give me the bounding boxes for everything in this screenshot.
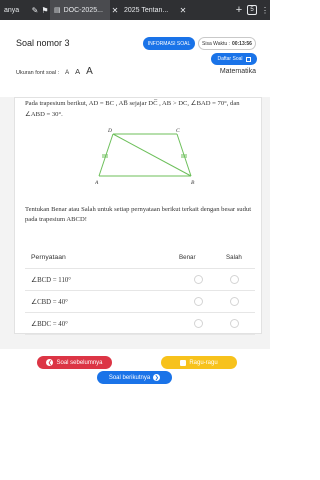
menu-icon[interactable]: ⋮: [260, 0, 270, 20]
header-benar: Benar: [179, 254, 196, 261]
timer-badge: Sisa Waktu : 00:13:56: [198, 37, 256, 50]
header-pernyataan: Pernyataan: [31, 254, 66, 261]
page-header: Soal nomor 3 INFORMASI SOAL Sisa Waktu :…: [0, 20, 270, 97]
statement-text: ∠CBD = 40°: [31, 299, 68, 306]
grid-icon: [245, 56, 251, 62]
content-area: Pada trapesium berikut, AD = BC , AB̅ se…: [0, 97, 270, 349]
font-size-small[interactable]: A: [65, 70, 69, 76]
font-size-large[interactable]: A: [86, 66, 93, 77]
next-label: Soal berikutnya: [108, 374, 151, 381]
statement-text: ∠BCD = 110°: [31, 277, 71, 284]
browser-tab-strip: anya ✎ ⚑ ▤ DOC-2025... ✕ 2025 Tentan... …: [0, 0, 270, 20]
timer-label: Sisa Waktu :: [202, 40, 230, 47]
radio-benar[interactable]: [194, 319, 203, 328]
doubt-button[interactable]: Ragu-ragu: [161, 356, 237, 369]
table-row: ∠BDC = 40°: [25, 313, 255, 335]
tab-label: 2025 Tentan...: [124, 6, 169, 14]
tab-label: DOC-2025...: [63, 6, 103, 14]
document-icon: ▤: [54, 7, 61, 14]
radio-benar[interactable]: [194, 297, 203, 306]
tab-doc[interactable]: ▤ DOC-2025...: [50, 0, 110, 20]
vertex-d: D: [107, 128, 112, 134]
close-icon[interactable]: ✕: [110, 0, 120, 20]
table-header-row: Pernyataan Benar Salah: [25, 247, 255, 269]
question-card: Pada trapesium berikut, AD = BC , AB̅ se…: [14, 97, 262, 335]
next-question-button[interactable]: Soal berikutnya ❯: [97, 371, 172, 384]
vertex-b: B: [191, 180, 195, 186]
add-icon[interactable]: +: [234, 0, 244, 20]
font-size-label: Ukuran font soal :: [16, 70, 60, 76]
radio-salah[interactable]: [230, 297, 239, 306]
radio-benar[interactable]: [194, 275, 203, 284]
vertex-c: C: [176, 128, 180, 134]
prev-question-button[interactable]: ❮ Soal sebelumnya: [37, 356, 112, 369]
daftar-soal-label: Daftar Soal: [217, 56, 243, 62]
close-icon[interactable]: ✕: [178, 0, 188, 20]
subject-label: Matematika: [219, 68, 256, 75]
font-size-selector: Ukuran font soal : A A A: [16, 66, 93, 77]
tab-anya[interactable]: anya: [0, 0, 30, 20]
statement-text: ∠BDC = 40°: [31, 321, 68, 328]
table-row: ∠BCD = 110°: [25, 269, 255, 291]
trapezoid-diagram: A B C D: [95, 128, 195, 186]
radio-salah[interactable]: [230, 319, 239, 328]
doubt-label: Ragu-ragu: [189, 359, 218, 366]
vertex-a: A: [95, 180, 99, 186]
checkbox-icon: [180, 359, 187, 366]
header-salah: Salah: [226, 254, 242, 261]
prev-label: Soal sebelumnya: [56, 359, 103, 366]
timer-value: 00:13:56: [231, 40, 252, 47]
page-title: Soal nomor 3: [16, 38, 70, 48]
info-soal-button[interactable]: INFORMASI SOAL: [143, 37, 195, 50]
question-instruction: Tentukan Benar atau Salah untuk setiap p…: [25, 206, 252, 223]
chevron-left-icon: ❮: [46, 359, 54, 366]
font-size-medium[interactable]: A: [75, 67, 80, 76]
chevron-right-icon: ❯: [153, 374, 161, 381]
tabs-icon[interactable]: 5: [244, 0, 260, 20]
tab-label: anya: [4, 6, 20, 14]
table-row: ∠CBD = 40°: [25, 291, 255, 313]
pencil-icon[interactable]: ✎: [30, 0, 40, 20]
tab-tentang[interactable]: 2025 Tentan...: [120, 0, 178, 20]
flag-icon[interactable]: ⚑: [40, 0, 50, 20]
radio-salah[interactable]: [230, 275, 239, 284]
daftar-soal-button[interactable]: Daftar Soal: [211, 53, 257, 65]
question-intro: Pada trapesium berikut, AD = BC , AB̅ se…: [25, 100, 240, 118]
